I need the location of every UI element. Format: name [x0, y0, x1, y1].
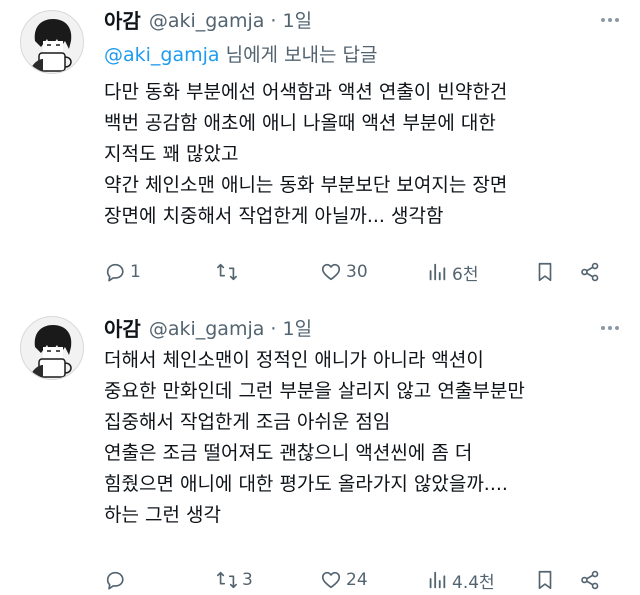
like-count: 30: [346, 262, 368, 282]
bookmark-icon: [538, 570, 552, 590]
tweet-text-line: 집중해서 작업한게 조금 아쉬운 점임: [104, 411, 391, 433]
more-icon[interactable]: [596, 318, 624, 338]
display-name[interactable]: 아감: [104, 5, 141, 34]
heart-icon: [321, 571, 341, 589]
share-icon: [581, 570, 599, 590]
retweet-icon: [217, 263, 237, 281]
tweet-text-line: 백번 공감함 애초에 애니 나올때 액션 부분에 대한: [104, 112, 496, 134]
tweet-text-line: 하는 그런 생각: [104, 504, 221, 526]
display-name[interactable]: 아감: [104, 313, 141, 342]
views-button[interactable]: 4.4천: [426, 565, 495, 595]
view-count: 4.4천: [452, 572, 495, 593]
handle-and-time[interactable]: @aki_gamja · 1일: [149, 314, 312, 341]
tweet-text: 더해서 체인소맨이 정적인 애니가 아니라 액션이 중요한 만화인데 그런 부분…: [104, 345, 624, 531]
avatar[interactable]: [20, 10, 84, 74]
bookmark-icon: [538, 262, 552, 282]
tweet-header: 아감 @aki_gamja · 1일: [104, 312, 312, 342]
tweet-text-line: 더해서 체인소맨이 정적인 애니가 아니라 액션이: [104, 349, 484, 371]
reply-icon: [106, 263, 124, 282]
tweet-text-line: 연출은 조금 떨어져도 괜찮으니 액션씬에 좀 더: [104, 442, 473, 464]
action-bar: 3 24 4.4천: [104, 565, 624, 595]
share-button[interactable]: [579, 257, 601, 287]
heart-icon: [321, 263, 341, 281]
bookmark-button[interactable]: [534, 565, 556, 595]
retweet-button[interactable]: [216, 257, 242, 287]
mention-link[interactable]: @aki_gamja: [104, 44, 220, 66]
reply-context: @aki_gamja 님에게 보내는 답글: [104, 40, 378, 67]
share-icon: [581, 262, 599, 282]
share-button[interactable]: [579, 565, 601, 595]
more-icon[interactable]: [596, 10, 624, 30]
tweet-text-line: 지적도 꽤 많았고: [104, 143, 239, 165]
retweet-count: 3: [242, 570, 253, 590]
view-count: 6천: [452, 264, 479, 285]
tweet-text-line: 약간 체인소맨 애니는 동화 부분보단 보여지는 장면: [104, 174, 508, 196]
reply-button[interactable]: [104, 565, 130, 595]
tweet-text-line: 힘줬으면 애니에 대한 평가도 올라가지 않았을까....: [104, 473, 508, 495]
reply-context-text: 님에게 보내는 답글: [219, 44, 378, 66]
tweet-header: 아감 @aki_gamja · 1일: [104, 4, 312, 34]
tweet-text: 다만 동화 부분에선 어색함과 액션 연출이 빈약한건 백번 공감함 애초에 애…: [104, 77, 624, 232]
handle-and-time[interactable]: @aki_gamja · 1일: [149, 6, 312, 33]
views-icon: [429, 263, 446, 281]
tweet-text-line: 중요한 만화인데 그런 부분을 살리지 않고 연출부분만: [104, 380, 525, 402]
tweet-text-line: 다만 동화 부분에선 어색함과 액션 연출이 빈약한건: [104, 81, 508, 103]
like-count: 24: [346, 570, 368, 590]
retweet-button[interactable]: 3: [216, 565, 253, 595]
tweet[interactable]: 아감 @aki_gamja · 1일 더해서 체인소맨이 정적인 애니가 아니라…: [0, 308, 640, 593]
bookmark-button[interactable]: [534, 257, 556, 287]
like-button[interactable]: 30: [320, 257, 368, 287]
reply-icon: [106, 571, 124, 590]
retweet-icon: [217, 571, 237, 589]
tweet[interactable]: 아감 @aki_gamja · 1일 @aki_gamja 님에게 보내는 답글…: [0, 0, 640, 296]
action-bar: 1 30 6천: [104, 257, 624, 287]
reply-count: 1: [130, 262, 141, 282]
views-button[interactable]: 6천: [426, 257, 478, 287]
views-icon: [429, 571, 446, 589]
avatar[interactable]: [20, 316, 84, 380]
reply-button[interactable]: 1: [104, 257, 141, 287]
tweet-text-line: 장면에 치중해서 작업한게 아닐까... 생각함: [104, 205, 444, 227]
like-button[interactable]: 24: [320, 565, 368, 595]
